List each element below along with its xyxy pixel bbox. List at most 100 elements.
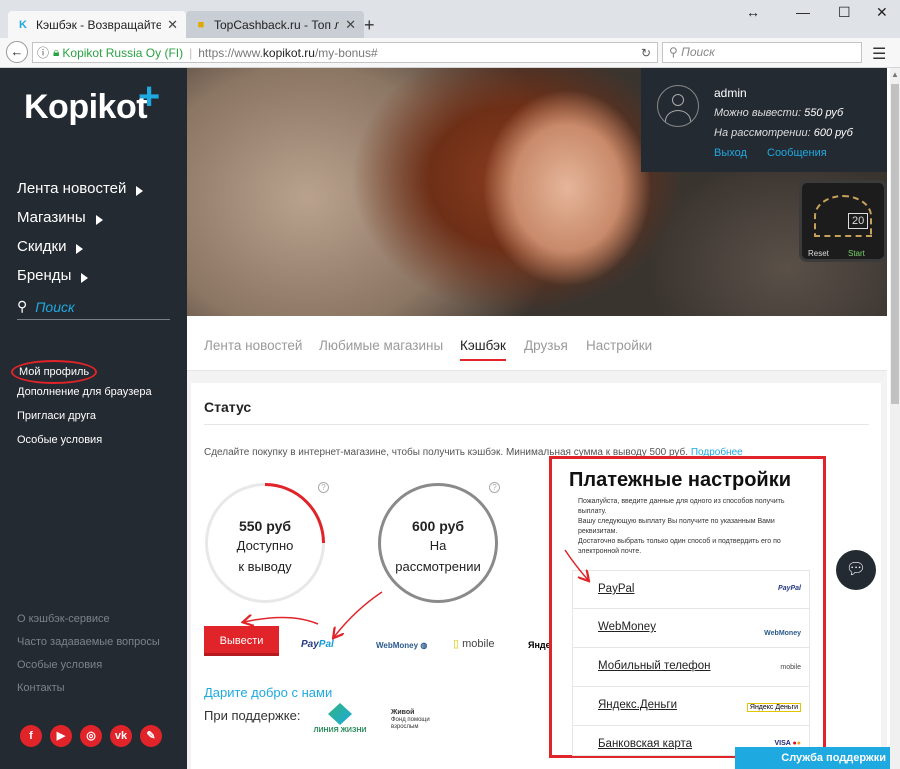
youtube-icon[interactable]: ▶: [50, 725, 72, 747]
fund-logo[interactable]: Живой Фонд помощи взрослым: [391, 709, 451, 731]
caret-right-icon: [76, 243, 84, 254]
sidebar: Kopikot + Лента новостей Магазины Скидки …: [0, 68, 187, 769]
vk-icon[interactable]: vk: [110, 725, 132, 747]
search-icon: ⚲: [669, 45, 682, 59]
instagram-icon[interactable]: ◎: [80, 725, 102, 747]
sidebar-item-special-terms[interactable]: Особые условия: [17, 432, 152, 456]
reload-icon[interactable]: ↻: [641, 46, 651, 60]
payment-settings-title: Платежные настройки: [569, 469, 792, 491]
browser-tab-topcashback[interactable]: ■ TopCashback.ru - Топ лу ✕: [186, 11, 364, 38]
caret-right-icon: [81, 272, 89, 283]
messages-link[interactable]: Сообщения: [767, 147, 827, 159]
social-links: f ▶ ◎ vk ✎: [20, 725, 162, 747]
info-icon[interactable]: ⓘ: [37, 44, 49, 61]
sidebar-item-discounts[interactable]: Скидки: [17, 232, 143, 261]
sidebar-item-my-profile[interactable]: Мой профиль: [11, 360, 152, 384]
sidebar-item-browser-extension[interactable]: Дополнение для браузера: [17, 384, 152, 408]
sidebar-search[interactable]: ⚲ Поиск: [17, 294, 170, 320]
support-service-button[interactable]: Служба поддержки: [735, 747, 890, 769]
lifeline-logo[interactable]: ЛИНИЯ ЖИЗНИ: [309, 703, 371, 747]
tab-cashback[interactable]: Кэшбэк: [460, 338, 506, 361]
logout-link[interactable]: Выход: [714, 147, 747, 159]
tab-friends[interactable]: Друзья: [524, 338, 568, 353]
payment-settings-text: Пожалуйста, введите данные для одного из…: [578, 498, 785, 555]
status-title: Статус: [204, 399, 252, 415]
maximize-icon[interactable]: ☐: [838, 4, 851, 21]
browser-nav-bar: ← ⓘ 🔒︎ Kopikot Russia Oy (FI) | https://…: [0, 38, 900, 68]
footer-link-special-terms[interactable]: Особые условия: [17, 659, 160, 682]
search-icon: ⚲: [17, 298, 28, 314]
divider: [204, 424, 869, 425]
pending-amount: 600 руб: [411, 518, 465, 534]
sidebar-item-brands[interactable]: Бренды: [17, 261, 143, 290]
avatar[interactable]: [657, 85, 699, 127]
blog-icon[interactable]: ✎: [140, 725, 162, 747]
browser-tab-bar: K Кэшбэк - Возвращайте д ✕ ■ TopCashback…: [0, 0, 900, 38]
page-scrollbar[interactable]: ▲: [890, 68, 900, 769]
help-icon[interactable]: ?: [489, 482, 500, 493]
scroll-thumb[interactable]: [891, 84, 899, 404]
scroll-up-icon[interactable]: ▲: [891, 70, 899, 79]
yandex-money-logo: Яндекс Деньги: [746, 703, 801, 712]
sidebar-item-invite-friend[interactable]: Пригласи друга: [17, 408, 152, 432]
lock-icon: 🔒︎: [53, 45, 60, 59]
mobile-logo[interactable]: ▯ mobile: [453, 637, 495, 650]
tab-news[interactable]: Лента новостей: [204, 338, 302, 353]
payment-method-yandex[interactable]: Яндекс.Деньги Яндекс Деньги: [572, 687, 810, 726]
facebook-icon[interactable]: f: [20, 725, 42, 747]
sidebar-search-label: Поиск: [35, 298, 75, 315]
support-label: При поддержке:: [204, 708, 301, 723]
sidebar-item-news[interactable]: Лента новостей: [17, 174, 144, 203]
close-tab-icon[interactable]: ✕: [167, 17, 178, 33]
pending-balance-circle: 600 руб На рассмотрении: [378, 483, 498, 603]
paypal-logo[interactable]: PayPal: [301, 639, 334, 650]
minimize-icon[interactable]: —: [796, 4, 810, 20]
payment-method-paypal[interactable]: PayPal PayPal: [572, 570, 810, 609]
pending-label-1: На: [429, 538, 447, 553]
sidebar-sub-nav: Мой профиль Дополнение для браузера Приг…: [11, 360, 152, 456]
new-tab-icon[interactable]: +: [364, 15, 375, 36]
close-window-icon[interactable]: ✕: [876, 4, 888, 21]
user-name: admin: [714, 86, 747, 100]
hamburger-menu-icon[interactable]: ☰: [872, 44, 886, 64]
smartwatch-graphic: 20 Reset Start: [799, 180, 887, 262]
profile-tabs: Лента новостей Любимые магазины Кэшбэк Д…: [187, 316, 887, 371]
payment-method-webmoney[interactable]: WebMoney WebMoney: [572, 609, 810, 648]
webmoney-logo[interactable]: WebMoney ◍: [376, 641, 427, 650]
kopikot-favicon-icon: K: [19, 18, 27, 31]
help-icon[interactable]: ?: [318, 482, 329, 493]
sidebar-footer-nav: О кэшбэк-сервисе Часто задаваемые вопрос…: [17, 613, 160, 705]
footer-link-faq[interactable]: Часто задаваемые вопросы: [17, 636, 160, 659]
browser-search-input[interactable]: ⚲ Поиск: [662, 42, 862, 63]
lock-favicon-icon: ■: [197, 18, 205, 31]
resize-icon[interactable]: ↔: [746, 4, 760, 20]
charity-link[interactable]: Дарите добро с нами: [204, 685, 332, 700]
caret-right-icon: [136, 185, 144, 196]
mobile-icon: ▯: [453, 638, 460, 650]
payment-method-mobile[interactable]: Мобильный телефон mobile: [572, 648, 810, 687]
user-panel: admin Можно вывести: 550 руб На рассмотр…: [641, 68, 887, 172]
globe-icon: ◍: [420, 641, 428, 650]
chat-bubble-icon[interactable]: 💬︎: [836, 550, 876, 590]
kopikot-logo[interactable]: Kopikot +: [24, 76, 160, 127]
close-tab-icon[interactable]: ✕: [345, 17, 356, 33]
address-bar[interactable]: ⓘ 🔒︎ Kopikot Russia Oy (FI) | https://ww…: [32, 42, 658, 63]
footer-link-contacts[interactable]: Контакты: [17, 682, 160, 705]
footer-link-about[interactable]: О кэшбэк-сервисе: [17, 613, 160, 636]
back-arrow-icon[interactable]: ←: [6, 41, 28, 63]
withdrawable-balance: Можно вывести: 550 руб: [714, 107, 844, 119]
withdraw-button[interactable]: Вывести: [204, 626, 279, 656]
payment-settings-callout: Платежные настройки Пожалуйста, введите …: [549, 456, 826, 758]
paypal-logo: PayPal: [778, 585, 801, 592]
tab-favorite-shops[interactable]: Любимые магазины: [319, 338, 443, 353]
tab-settings[interactable]: Настройки: [586, 338, 652, 353]
url-text: https://www.kopikot.ru/my-bonus#: [198, 45, 378, 60]
visa-mastercard-logo: VISA ●●: [774, 740, 802, 747]
pending-label-2: рассмотрении: [395, 559, 481, 574]
browser-tab-label: TopCashback.ru - Топ лу: [214, 17, 340, 32]
browser-tab-kopikot[interactable]: K Кэшбэк - Возвращайте д ✕: [8, 11, 186, 38]
pending-balance: На рассмотрении: 600 руб: [714, 127, 853, 139]
sidebar-item-shops[interactable]: Магазины: [17, 203, 143, 232]
caret-right-icon: [95, 214, 103, 225]
mobile-logo: mobile: [780, 664, 801, 671]
